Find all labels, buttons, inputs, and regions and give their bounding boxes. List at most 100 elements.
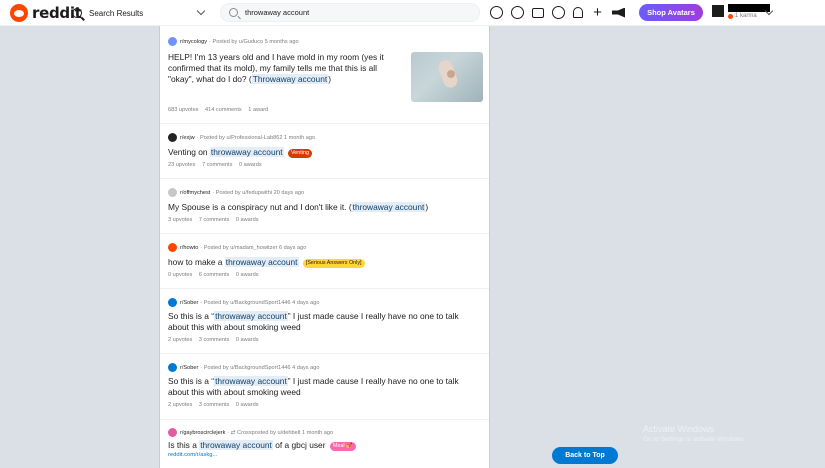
subreddit-icon <box>168 363 177 372</box>
post-title[interactable]: Is this a throwaway account of a gbcj us… <box>168 440 478 451</box>
crosspost-link[interactable]: reddit.com/r/askg... <box>168 452 217 458</box>
upvote-count: 0 upvotes <box>168 272 193 278</box>
post-stats: 683 upvotes 414 comments 1 award <box>168 107 273 113</box>
windows-activation-watermark: Activate Windows <box>643 424 715 434</box>
subreddit-link[interactable]: r/gaybroscirclejerk <box>180 430 225 436</box>
post-card[interactable]: r/Sober · Posted by u/BackgroundSport144… <box>160 289 489 354</box>
post-card[interactable]: r/Sober · Posted by u/BackgroundSport144… <box>160 354 489 420</box>
title-text: So this is a “ <box>168 376 215 386</box>
comment-count[interactable]: 6 comments <box>199 272 229 278</box>
search-query: throwaway account <box>245 8 310 17</box>
award-count: 0 awards <box>235 217 259 223</box>
subreddit-icon <box>168 298 177 307</box>
shop-avatars-button[interactable]: Shop Avatars <box>639 4 703 21</box>
title-highlight: throwaway account <box>224 257 299 267</box>
post-stats: 0 upvotes 6 comments 0 awards <box>168 272 264 278</box>
post-byline: · Posted by u/Guduco 5 months ago <box>209 38 299 45</box>
comment-count[interactable]: 3 comments <box>199 337 229 343</box>
title-text-after: ) <box>425 202 429 212</box>
post-byline: · Posted by u/fedupwithi 20 days ago <box>212 189 305 196</box>
post-meta: r/offmychest · Posted by u/fedupwithi 20… <box>168 188 304 197</box>
award-count: 0 awards <box>235 272 259 278</box>
subreddit-icon <box>168 428 177 437</box>
post-flair[interactable]: [Serious Answers Only] <box>302 259 365 268</box>
subreddit-link[interactable]: r/exjw <box>180 135 195 141</box>
title-highlight: throwaway account <box>214 311 288 321</box>
windows-activation-subtext: Go to Settings to activate Windows. <box>643 436 746 443</box>
reddit-snoo-icon <box>10 4 28 22</box>
post-title[interactable]: how to make a throwaway account [Serious… <box>168 257 468 268</box>
upvote-count: 2 upvotes <box>168 337 193 343</box>
post-stats: 2 upvotes 3 comments 0 awards <box>168 402 264 408</box>
post-flair[interactable]: Meal 💅 <box>329 442 356 451</box>
post-title[interactable]: So this is a “throwaway account” I just … <box>168 376 478 398</box>
subreddit-icon <box>168 133 177 142</box>
comment-count[interactable]: 3 comments <box>199 402 229 408</box>
title-highlight: throwaway account <box>209 147 284 157</box>
post-title[interactable]: HELP! I'm 13 years old and I have mold i… <box>168 52 404 85</box>
subreddit-icon <box>168 243 177 252</box>
chevron-down-icon <box>196 6 206 16</box>
coins-icon[interactable] <box>511 6 524 19</box>
reddit-logo[interactable]: reddit <box>10 4 82 22</box>
upvote-count: 683 upvotes <box>168 107 199 113</box>
title-text: My Spouse is a conspiracy nut and I don'… <box>168 202 352 212</box>
post-byline: · Posted by u/Professional-Lab862 1 mont… <box>196 134 316 141</box>
post-meta: r/gaybroscirclejerk · ⇄ Crossposted by u… <box>168 428 333 437</box>
post-stats: 2 upvotes 3 comments 0 awards <box>168 337 264 343</box>
title-highlight: throwaway account <box>199 440 273 450</box>
subreddit-link[interactable]: r/offmychest <box>180 190 210 196</box>
karma-icon <box>728 13 733 19</box>
user-menu[interactable]: 1 karma <box>712 3 822 23</box>
notifications-bell-icon[interactable] <box>573 7 583 18</box>
mod-shield-icon[interactable] <box>532 7 544 18</box>
subreddit-link[interactable]: r/mycology <box>180 39 207 45</box>
search-input[interactable]: throwaway account <box>220 3 480 22</box>
popular-icon[interactable] <box>490 6 503 19</box>
subreddit-link[interactable]: r/howto <box>180 245 198 251</box>
post-thumbnail[interactable] <box>411 52 483 102</box>
post-title[interactable]: So this is a “throwaway account” I just … <box>168 311 478 333</box>
title-highlight: throwaway account <box>214 376 288 386</box>
top-navbar: reddit Search Results throwaway account … <box>0 0 825 26</box>
right-rail-empty <box>490 26 825 468</box>
title-text: how to make a <box>168 257 225 267</box>
karma-count: 1 karma <box>728 13 757 19</box>
feed-selector[interactable]: Search Results <box>72 5 208 21</box>
subreddit-link[interactable]: r/Sober <box>180 365 198 371</box>
upvote-count: 3 upvotes <box>168 217 193 223</box>
comment-count[interactable]: 7 comments <box>202 162 232 168</box>
post-card[interactable]: r/gaybroscirclejerk · ⇄ Crossposted by u… <box>160 420 489 468</box>
comment-count[interactable]: 7 comments <box>199 217 229 223</box>
advertise-megaphone-icon[interactable] <box>612 7 625 18</box>
search-results-feed: r/mycology · Posted by u/Guduco 5 months… <box>159 26 490 468</box>
post-meta: r/exjw · Posted by u/Professional-Lab862… <box>168 133 315 142</box>
subreddit-icon <box>168 188 177 197</box>
upvote-count: 2 upvotes <box>168 402 193 408</box>
title-text: Is this a <box>168 440 200 450</box>
post-byline: · Posted by u/BackgroundSport1446 4 days… <box>200 299 320 306</box>
back-to-top-button[interactable]: Back to Top <box>552 447 618 464</box>
post-card[interactable]: r/mycology · Posted by u/Guduco 5 months… <box>160 26 489 124</box>
post-byline: · ⇄ Crossposted by u/dehbelt 1 month ago <box>227 429 334 436</box>
subreddit-icon <box>168 37 177 46</box>
post-card[interactable]: r/howto · Posted by u/madam_howitzer 6 d… <box>160 234 489 289</box>
post-meta: r/mycology · Posted by u/Guduco 5 months… <box>168 37 299 46</box>
post-flair[interactable]: Venting <box>287 149 312 158</box>
create-post-plus-icon[interactable]: + <box>591 5 604 20</box>
karma-text: 1 karma <box>735 13 757 19</box>
post-meta: r/Sober · Posted by u/BackgroundSport144… <box>168 363 319 372</box>
comment-count[interactable]: 414 comments <box>205 107 242 113</box>
chat-icon[interactable] <box>552 6 565 19</box>
post-stats: 3 upvotes 7 comments 0 awards <box>168 217 264 223</box>
post-title[interactable]: My Spouse is a conspiracy nut and I don'… <box>168 202 468 213</box>
title-text: Venting on <box>168 147 210 157</box>
title-text-after: of a gbcj user <box>272 440 326 450</box>
post-title[interactable]: Venting on throwaway account Venting <box>168 147 468 158</box>
subreddit-link[interactable]: r/Sober <box>180 300 198 306</box>
chevron-down-icon <box>764 6 774 16</box>
title-text-after: ) <box>328 74 331 84</box>
post-card[interactable]: r/exjw · Posted by u/Professional-Lab862… <box>160 124 489 179</box>
search-icon <box>229 8 238 17</box>
post-card[interactable]: r/offmychest · Posted by u/fedupwithi 20… <box>160 179 489 234</box>
